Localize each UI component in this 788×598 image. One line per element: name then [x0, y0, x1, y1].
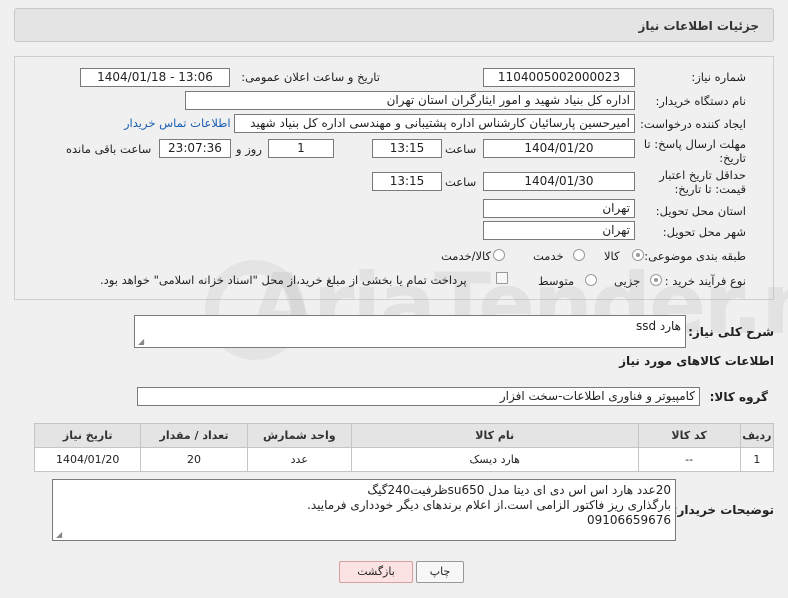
description-label: شرح کلی نیاز: [688, 325, 774, 339]
remaining-time-label: ساعت باقی مانده [66, 142, 152, 156]
resize-handle-icon[interactable]: ◢ [56, 530, 62, 539]
process-option-minor: جزیی [614, 274, 641, 288]
category-radio-service[interactable] [573, 249, 585, 261]
deadline-date-field: 1404/01/20 [483, 139, 635, 158]
page-title: جزئیات اطلاعات نیاز [638, 19, 759, 33]
items-table: ردیف کد کالا نام کالا واحد شمارش تعداد /… [33, 423, 775, 472]
col-goods-name: نام کالا [350, 423, 639, 448]
days-field: 1 [268, 139, 334, 158]
category-option-goods: کالا [604, 249, 620, 263]
process-option-medium: متوسط [538, 274, 575, 288]
buyer-contact-link[interactable]: اطلاعات تماس خریدار [124, 116, 231, 130]
treasury-payment-checkbox[interactable] [496, 272, 508, 284]
process-radio-medium[interactable] [585, 274, 597, 286]
province-field: تهران [483, 199, 635, 218]
price-validity-label: حداقل تاریخ اعتبار قیمت: تا تاریخ: [659, 168, 746, 196]
goods-group-label: گروه کالا: [709, 390, 768, 404]
buyer-notes-line: 09106659676 [587, 513, 671, 527]
description-text: هارد ssd [635, 319, 681, 333]
goods-info-title: اطلاعات کالاهای مورد نیاز [619, 354, 774, 368]
col-row-number: ردیف [739, 423, 775, 448]
resize-handle-icon[interactable]: ◢ [138, 337, 144, 346]
cell-quantity: 20 [140, 447, 248, 472]
creator-field: امیرحسین پارسائیان کارشناس اداره پشتیبان… [234, 114, 635, 133]
items-table-header: ردیف کد کالا نام کالا واحد شمارش تعداد /… [33, 423, 775, 448]
process-type-label: نوع فرآیند خرید : [664, 274, 746, 288]
goods-group-field: کامپیوتر و فناوری اطلاعات-سخت افزار [137, 387, 700, 406]
category-label: طبقه بندی موضوعی: [644, 249, 746, 263]
buyer-field: اداره کل بنیاد شهید و امور ایثارگران است… [185, 91, 635, 110]
announce-datetime-label: تاریخ و ساعت اعلان عمومی: [241, 70, 380, 84]
table-row: 1 -- هارد دیسک عدد 20 1404/01/20 [33, 447, 775, 472]
validity-date-field: 1404/01/30 [483, 172, 635, 191]
description-textarea[interactable]: هارد ssd ◢ [134, 315, 686, 348]
process-radio-minor[interactable] [650, 274, 662, 286]
buyer-notes-textarea[interactable]: 20عدد هارد اس اس دی ای دیتا مدل su650ظرف… [52, 479, 676, 541]
col-unit: واحد شمارش [246, 423, 352, 448]
remaining-time-field: 23:07:36 [159, 139, 231, 158]
cell-goods-code: -- [637, 447, 741, 472]
need-number-label: شماره نیاز: [691, 70, 746, 84]
buyer-notes-line: 20عدد هارد اس اس دی ای دیتا مدل su650ظرف… [367, 483, 671, 497]
category-radio-goods[interactable] [632, 249, 644, 261]
col-quantity: تعداد / مقدار [140, 423, 248, 448]
category-option-goods-service: کالا/خدمت [441, 249, 492, 263]
col-goods-code: کد کالا [637, 423, 741, 448]
category-radio-goods-service[interactable] [493, 249, 505, 261]
city-field: تهران [483, 221, 635, 240]
need-number-field: 1104005002000023 [483, 68, 635, 87]
buyer-label: نام دستگاه خریدار: [655, 94, 746, 108]
creator-label: ایجاد کننده درخواست: [640, 117, 746, 131]
city-label: شهر محل تحویل: [662, 225, 746, 239]
validity-time-label: ساعت [445, 175, 477, 189]
page-header: جزئیات اطلاعات نیاز [14, 8, 774, 42]
buyer-notes-line: بارگذاری ریز فاکتور الزامی است.از اعلام … [307, 498, 671, 512]
cell-unit: عدد [246, 447, 352, 472]
validity-time-field: 13:15 [372, 172, 442, 191]
deadline-time-label: ساعت [445, 142, 477, 156]
cell-row-number: 1 [739, 447, 775, 472]
province-label: استان محل تحویل: [655, 204, 746, 218]
cell-goods-name: هارد دیسک [350, 447, 639, 472]
col-need-date: تاریخ نیاز [33, 423, 142, 448]
back-button[interactable]: بازگشت [339, 561, 413, 583]
category-option-service: خدمت [533, 249, 564, 263]
cell-need-date: 1404/01/20 [33, 447, 142, 472]
treasury-payment-note: پرداخت تمام یا بخشی از مبلغ خرید،از محل … [100, 273, 467, 287]
announce-datetime-field: 1404/01/18 - 13:06 [80, 68, 230, 87]
deadline-time-field: 13:15 [372, 139, 442, 158]
deadline-label: مهلت ارسال پاسخ: تا تاریخ: [643, 137, 746, 165]
buyer-notes-label: توضیحات خریدار: [672, 503, 774, 517]
days-label: روز و [236, 142, 262, 156]
print-button[interactable]: چاپ [416, 561, 464, 583]
